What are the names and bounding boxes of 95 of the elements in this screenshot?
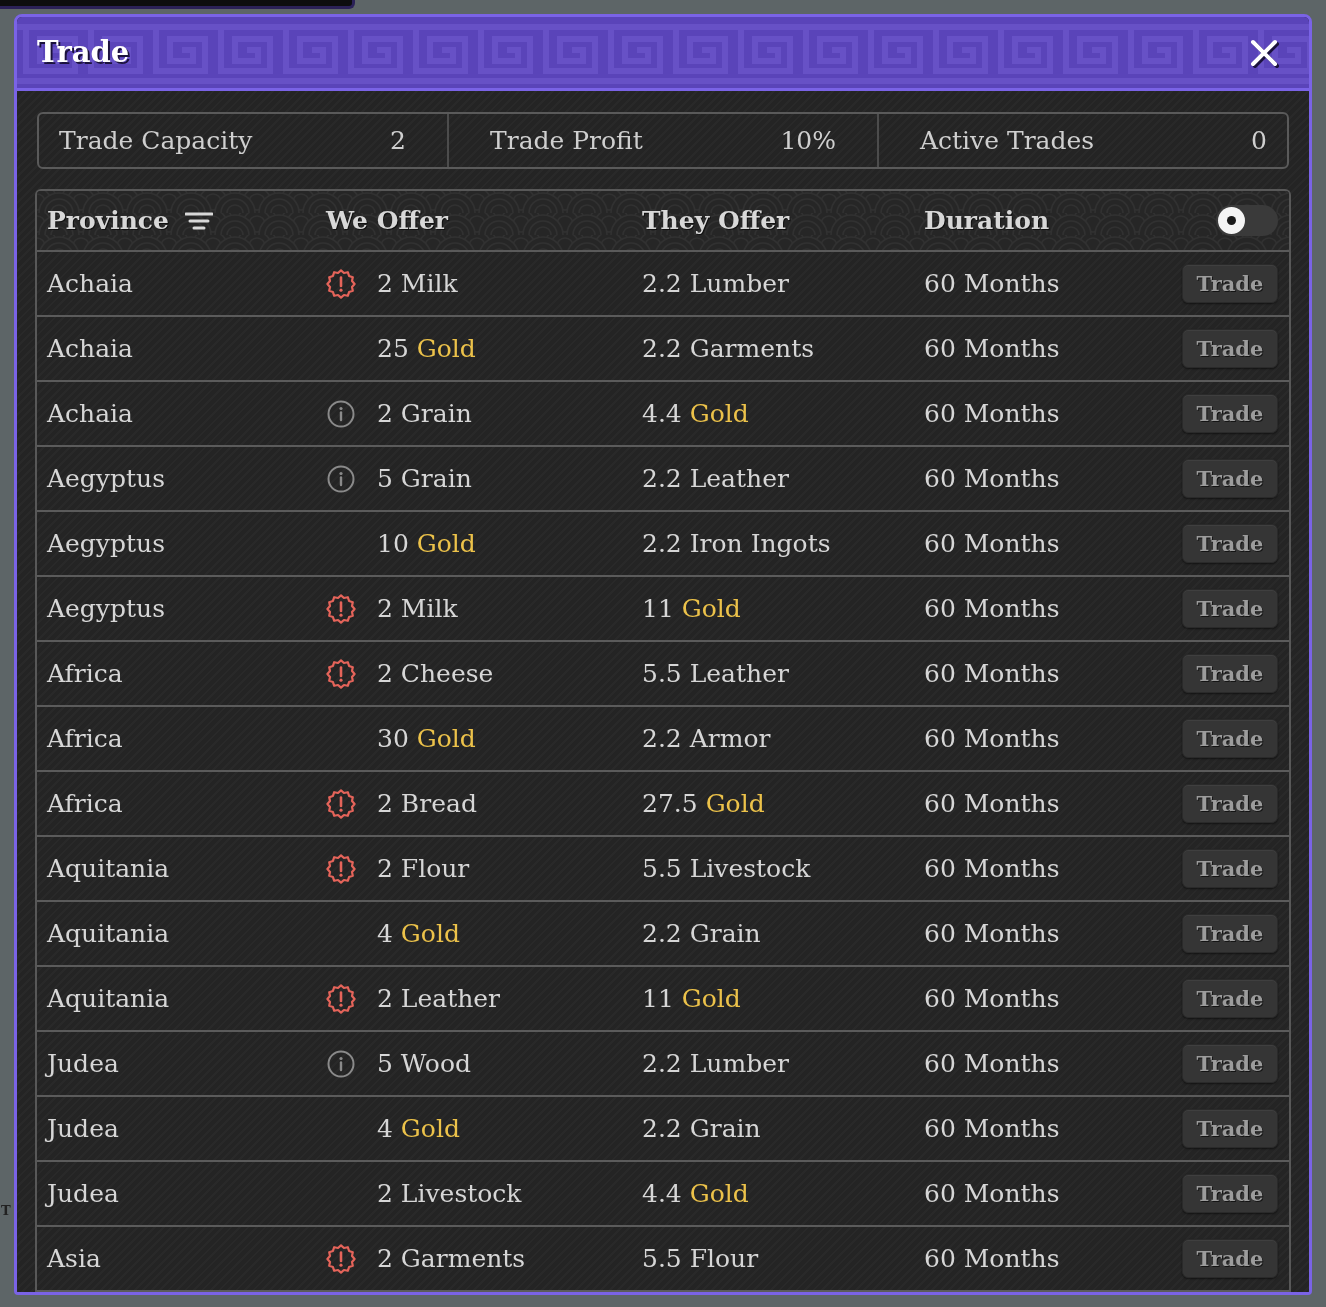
- offer-text: 2.2 Lumber: [642, 1049, 789, 1078]
- duration-text: 60 Months: [924, 984, 1060, 1013]
- duration-text: 60 Months: [924, 854, 1060, 883]
- duration-text: 60 Months: [924, 789, 1060, 818]
- trade-button[interactable]: Trade: [1182, 329, 1278, 368]
- column-header[interactable]: We Offer: [326, 206, 449, 235]
- province-text: Judea: [47, 1049, 119, 1078]
- offer-text: 2 Flour: [377, 854, 470, 883]
- column-header[interactable]: They Offer: [642, 206, 790, 235]
- offer-text: 2 Livestock: [377, 1179, 522, 1208]
- offer-text: 5 Grain: [377, 464, 472, 493]
- province-text: Africa: [47, 724, 123, 753]
- offer-text: 2 Milk: [377, 594, 458, 623]
- trade-button[interactable]: Trade: [1182, 459, 1278, 498]
- offer-text: 10 Gold: [377, 529, 476, 558]
- offer-text: 4.4 Gold: [642, 1179, 749, 1208]
- toggle-switch[interactable]: [1216, 205, 1278, 236]
- duration-text: 60 Months: [924, 594, 1060, 623]
- trade-button[interactable]: Trade: [1182, 589, 1278, 628]
- duration-text: 60 Months: [924, 659, 1060, 688]
- offer-text: 30 Gold: [377, 724, 476, 753]
- trade-button[interactable]: Trade: [1182, 1109, 1278, 1148]
- column-header[interactable]: Province: [47, 206, 169, 235]
- trade-button[interactable]: Trade: [1182, 1044, 1278, 1083]
- duration-text: 60 Months: [924, 1049, 1060, 1078]
- offer-text: 2 Garments: [377, 1244, 526, 1273]
- duration-text: 60 Months: [924, 1244, 1060, 1273]
- offer-text: 2 Leather: [377, 984, 501, 1013]
- trade-button[interactable]: Trade: [1182, 719, 1278, 758]
- province-text: Aegyptus: [47, 529, 165, 558]
- province-text: Aegyptus: [47, 594, 165, 623]
- offer-text: 2.2 Lumber: [642, 269, 789, 298]
- province-text: Achaia: [47, 334, 133, 363]
- stat-label: Active Trades: [920, 126, 1095, 155]
- offer-text: 4.4 Gold: [642, 399, 749, 428]
- stat-value: 2: [390, 126, 406, 155]
- stat-label: Trade Capacity: [59, 126, 253, 155]
- offer-text: 2 Cheese: [377, 659, 494, 688]
- duration-text: 60 Months: [924, 529, 1060, 558]
- province-text: Achaia: [47, 269, 133, 298]
- offer-text: 2.2 Grain: [642, 919, 761, 948]
- column-header[interactable]: Duration: [924, 206, 1050, 235]
- window-title: Trade: [37, 35, 130, 70]
- trade-button[interactable]: Trade: [1182, 1174, 1278, 1213]
- offer-text: 5.5 Flour: [642, 1244, 759, 1273]
- offer-text: 2.2 Leather: [642, 464, 789, 493]
- offer-text: 2 Grain: [377, 399, 472, 428]
- offer-text: 11 Gold: [642, 984, 741, 1013]
- trade-button[interactable]: Trade: [1182, 1239, 1278, 1278]
- trade-button[interactable]: Trade: [1182, 394, 1278, 433]
- province-text: Africa: [47, 789, 123, 818]
- offer-text: 4 Gold: [377, 919, 460, 948]
- duration-text: 60 Months: [924, 724, 1060, 753]
- offer-text: 2.2 Iron Ingots: [642, 529, 831, 558]
- province-text: Asia: [47, 1244, 101, 1273]
- duration-text: 60 Months: [924, 1179, 1060, 1208]
- duration-text: 60 Months: [924, 1114, 1060, 1143]
- offer-text: 5 Wood: [377, 1049, 471, 1078]
- trade-button[interactable]: Trade: [1182, 654, 1278, 693]
- offer-text: 2.2 Grain: [642, 1114, 761, 1143]
- province-text: Aquitania: [47, 919, 170, 948]
- trade-button[interactable]: Trade: [1182, 979, 1278, 1018]
- duration-text: 60 Months: [924, 399, 1060, 428]
- province-text: Judea: [47, 1179, 119, 1208]
- duration-text: 60 Months: [924, 919, 1060, 948]
- filter-icon[interactable]: [185, 210, 213, 231]
- duration-text: 60 Months: [924, 269, 1060, 298]
- stat-label: Trade Profit: [490, 126, 643, 155]
- province-text: Achaia: [47, 399, 133, 428]
- offer-text: 27.5 Gold: [642, 789, 765, 818]
- offer-text: 25 Gold: [377, 334, 476, 363]
- duration-text: 60 Months: [924, 334, 1060, 363]
- trade-button[interactable]: Trade: [1182, 524, 1278, 563]
- province-text: Aquitania: [47, 984, 170, 1013]
- offer-text: 2.2 Garments: [642, 334, 815, 363]
- province-text: Aquitania: [47, 854, 170, 883]
- offer-text: 4 Gold: [377, 1114, 460, 1143]
- trade-button[interactable]: Trade: [1182, 849, 1278, 888]
- duration-text: 60 Months: [924, 464, 1060, 493]
- map-label: T: [1, 1204, 11, 1217]
- stat-value: 10%: [780, 126, 836, 155]
- province-text: Judea: [47, 1114, 119, 1143]
- close-icon[interactable]: [1249, 37, 1279, 68]
- offer-text: 2 Milk: [377, 269, 458, 298]
- offer-text: 5.5 Livestock: [642, 854, 811, 883]
- stat-value: 0: [1251, 126, 1267, 155]
- offer-text: 2 Bread: [377, 789, 477, 818]
- offer-text: 11 Gold: [642, 594, 741, 623]
- province-text: Africa: [47, 659, 123, 688]
- province-text: Aegyptus: [47, 464, 165, 493]
- offer-text: 5.5 Leather: [642, 659, 789, 688]
- trade-button[interactable]: Trade: [1182, 264, 1278, 303]
- trade-button[interactable]: Trade: [1182, 784, 1278, 823]
- offer-text: 2.2 Armor: [642, 724, 771, 753]
- trade-button[interactable]: Trade: [1182, 914, 1278, 953]
